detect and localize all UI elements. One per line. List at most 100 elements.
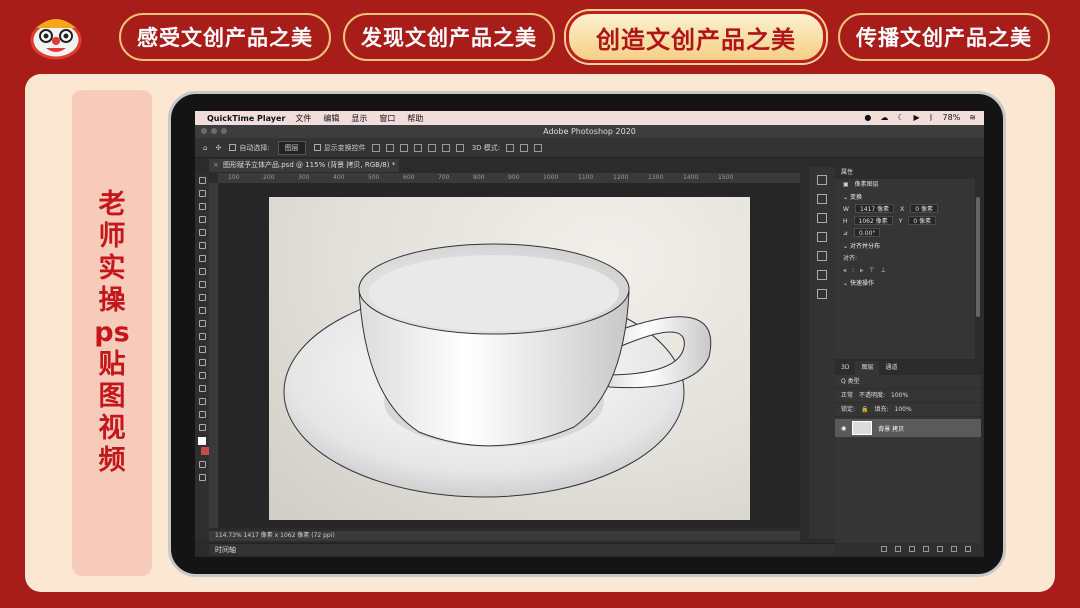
tab-spread[interactable]: 传播文创产品之美 — [838, 13, 1050, 61]
type-tool-icon[interactable] — [198, 372, 206, 379]
align-middle-icon[interactable] — [427, 143, 436, 152]
history-brush-icon[interactable] — [198, 294, 206, 301]
move-tool-icon[interactable]: ✣ — [215, 144, 221, 152]
move-tool-icon[interactable] — [198, 177, 206, 184]
folder-icon[interactable] — [937, 546, 943, 552]
align-top-icon[interactable] — [413, 143, 422, 152]
align-bottom-icon[interactable] — [441, 143, 450, 152]
angle-field[interactable]: 0.00° — [854, 228, 881, 237]
close-tab-icon[interactable]: × — [213, 159, 219, 172]
fx-icon[interactable] — [895, 546, 901, 552]
crop-tool-icon[interactable] — [198, 229, 206, 236]
healing-brush-icon[interactable] — [198, 255, 206, 262]
align-right-icon[interactable] — [399, 143, 408, 152]
menu-help[interactable]: 帮助 — [407, 113, 423, 124]
menu-edit[interactable]: 编辑 — [323, 113, 339, 124]
document-tab[interactable]: × 图形赋予立体产品.psd @ 115% (背景 拷贝, RGB/8) * — [209, 159, 399, 172]
layer-row[interactable]: ◉ 背景 拷贝 — [835, 419, 981, 437]
hand-tool-icon[interactable] — [198, 411, 206, 418]
new-layer-icon[interactable] — [951, 546, 957, 552]
tools-panel-icon[interactable] — [817, 270, 827, 280]
menu-file[interactable]: 文件 — [295, 113, 311, 124]
pan-3d-icon[interactable] — [534, 143, 543, 152]
marquee-tool-icon[interactable] — [198, 190, 206, 197]
roll-3d-icon[interactable] — [520, 143, 529, 152]
screen-mode-icon[interactable] — [198, 474, 206, 481]
eye-icon[interactable]: ◉ — [841, 425, 846, 432]
bluetooth-icon[interactable]: ᛒ — [929, 113, 934, 122]
blur-tool-icon[interactable] — [198, 333, 206, 340]
foreground-color-swatch[interactable] — [198, 437, 206, 445]
tab-layers[interactable]: 图层 — [855, 361, 880, 375]
moon-icon[interactable]: ☾ — [897, 113, 904, 122]
pen-tool-icon[interactable] — [198, 359, 206, 366]
tab-discover[interactable]: 发现文创产品之美 — [343, 13, 555, 61]
properties-tab[interactable]: 属性 — [835, 167, 975, 179]
lock-icon[interactable]: 🔒 — [861, 403, 868, 417]
adjustment-icon[interactable] — [923, 546, 929, 552]
shape-tool-icon[interactable] — [198, 398, 206, 405]
dodge-tool-icon[interactable] — [198, 346, 206, 353]
eyedropper-icon[interactable] — [198, 242, 206, 249]
fill-field[interactable]: 100% — [895, 403, 912, 417]
show-transform-checkbox[interactable]: 显示变换控件 — [313, 143, 366, 153]
align-right-icon[interactable]: ⫸ — [860, 265, 863, 277]
quick-actions-section[interactable]: ⌄ 快速操作 — [835, 277, 975, 290]
wifi-icon[interactable]: ≋ — [969, 113, 976, 122]
history-panel-icon[interactable] — [817, 175, 827, 185]
background-color-swatch[interactable] — [201, 447, 209, 455]
gradient-tool-icon[interactable] — [198, 320, 206, 327]
stamp-tool-icon[interactable] — [198, 281, 206, 288]
canvas-area[interactable] — [218, 183, 800, 528]
align-left-icon[interactable]: ⫷ — [843, 265, 846, 277]
align-left-icon[interactable] — [371, 143, 380, 152]
wechat-icon[interactable]: ☁ — [880, 113, 888, 122]
align-hcenter-icon[interactable]: ⫶ — [852, 265, 854, 277]
transform-section[interactable]: ⌄ 变换 — [835, 191, 975, 204]
record-icon[interactable]: ● — [864, 113, 871, 122]
navigator-panel-icon[interactable] — [817, 289, 827, 299]
tab-feel[interactable]: 感受文创产品之美 — [119, 13, 331, 61]
x-field[interactable]: 0 像素 — [910, 204, 938, 213]
properties-scrollbar[interactable] — [975, 167, 981, 359]
paragraph-panel-icon[interactable] — [817, 251, 827, 261]
eraser-tool-icon[interactable] — [198, 307, 206, 314]
menu-view[interactable]: 显示 — [351, 113, 367, 124]
path-select-icon[interactable] — [198, 385, 206, 392]
align-top-icon[interactable]: ⊤ — [869, 265, 874, 277]
y-field[interactable]: 0 像素 — [908, 216, 937, 225]
minimize-window-icon[interactable] — [211, 128, 217, 134]
orbit-3d-icon[interactable] — [506, 143, 515, 152]
opacity-field[interactable]: 100% — [891, 389, 908, 403]
adjustments-panel-icon[interactable] — [817, 194, 827, 204]
align-section[interactable]: ⌄ 对齐并分布 — [835, 240, 975, 253]
lasso-tool-icon[interactable] — [198, 203, 206, 210]
tab-create[interactable]: 创造文创产品之美 — [566, 11, 826, 63]
align-vcenter-icon[interactable]: ⊥ — [881, 265, 886, 277]
auto-select-checkbox[interactable]: 自动选择: — [229, 143, 270, 153]
trash-icon[interactable] — [965, 546, 971, 552]
close-window-icon[interactable] — [201, 128, 207, 134]
menu-app-name[interactable]: QuickTime Player — [207, 114, 285, 123]
tab-3d[interactable]: 3D — [835, 361, 855, 375]
timeline-panel[interactable]: 时间轴 — [209, 543, 835, 555]
menu-window[interactable]: 窗口 — [379, 113, 395, 124]
layer-filter-dropdown[interactable]: Q 类型 — [841, 375, 860, 389]
home-icon[interactable]: ⌂ — [203, 144, 207, 152]
play-icon[interactable]: ▶ — [914, 113, 920, 122]
link-icon[interactable] — [881, 546, 887, 552]
tab-channels[interactable]: 通道 — [879, 361, 903, 375]
height-field[interactable]: 1062 像素 — [853, 216, 893, 225]
zoom-tool-icon[interactable] — [198, 424, 206, 431]
brush-tool-icon[interactable] — [198, 268, 206, 275]
zoom-window-icon[interactable] — [221, 128, 227, 134]
align-center-icon[interactable] — [385, 143, 394, 152]
teacup-image[interactable] — [269, 197, 750, 520]
width-field[interactable]: 1417 像素 — [854, 204, 895, 213]
character-panel-icon[interactable] — [817, 232, 827, 242]
magic-wand-icon[interactable] — [198, 216, 206, 223]
quick-mask-icon[interactable] — [198, 461, 206, 468]
blend-mode-dropdown[interactable]: 正常 — [841, 389, 853, 403]
distribute-icon[interactable] — [455, 143, 464, 152]
mask-icon[interactable] — [909, 546, 915, 552]
